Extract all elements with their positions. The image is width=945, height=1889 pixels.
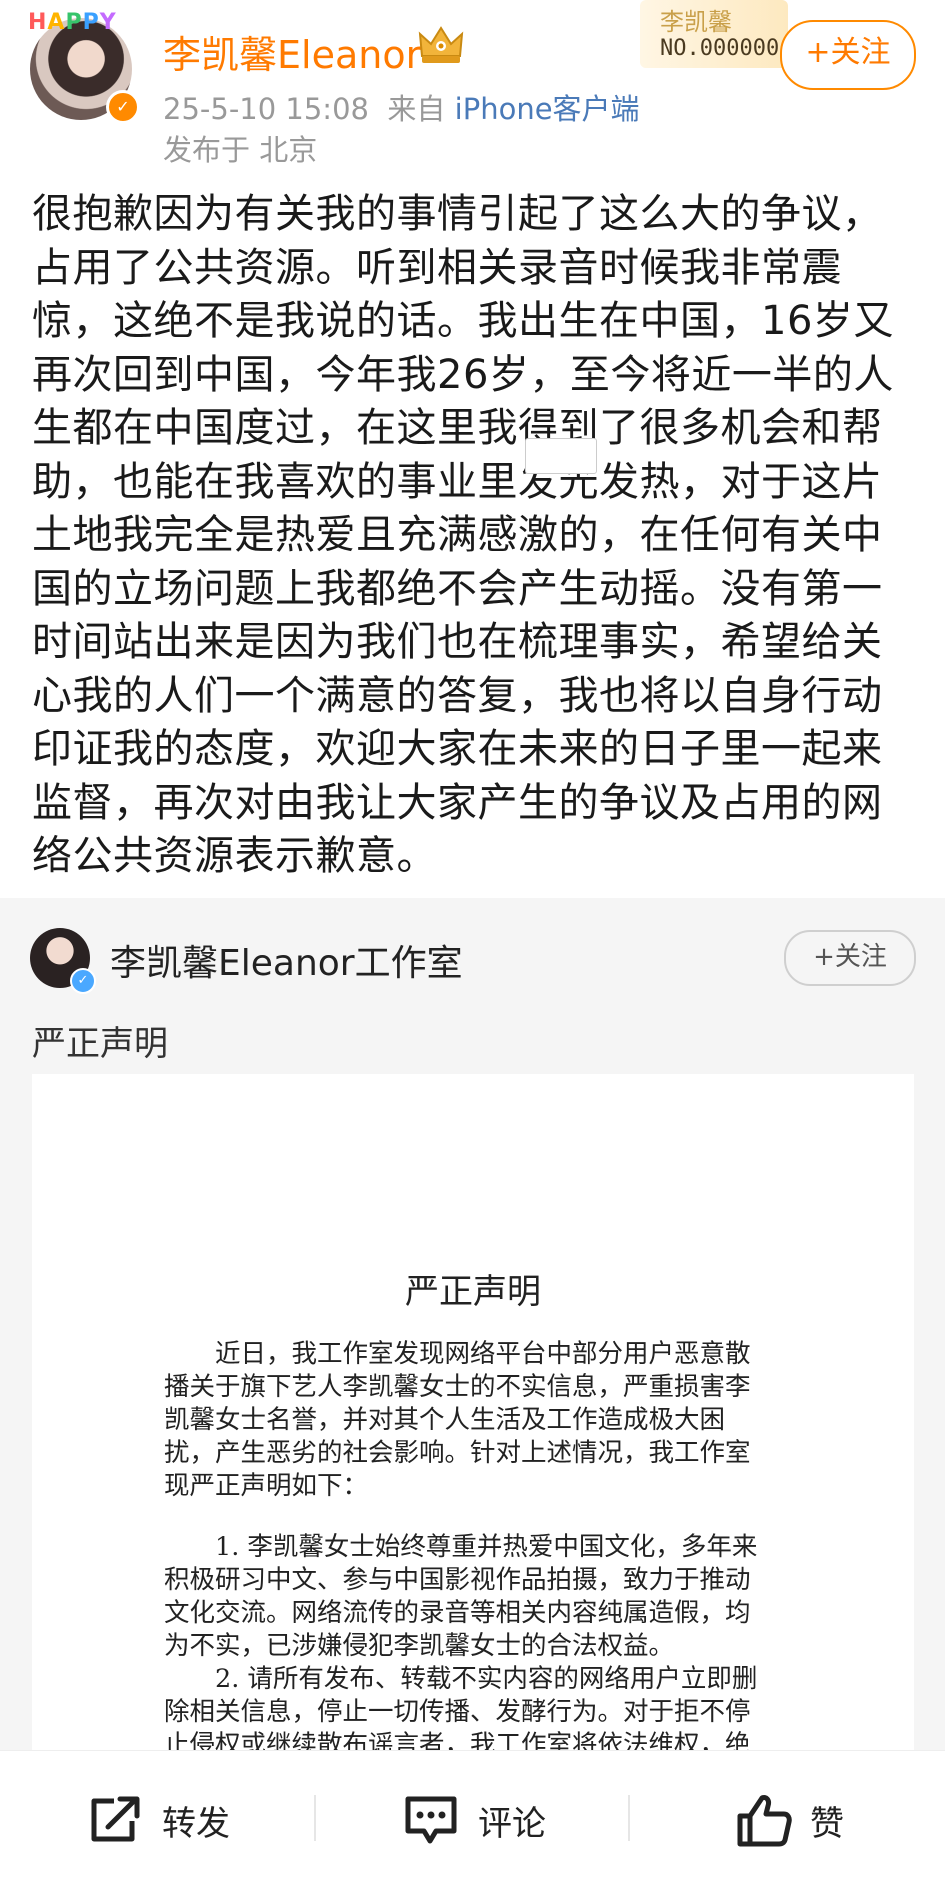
document-line: 为不实，已涉嫌侵犯李凯馨女士的合法权益。 — [164, 1631, 675, 1661]
post-line: 惊，这绝不是我说的话。我出生在中国，16岁又 — [32, 298, 894, 344]
post-line: 土地我完全是热爱且充满感激的，在任何有关中 — [32, 512, 883, 558]
comment-label: 评论 — [478, 1803, 546, 1844]
document-line: 扰，产生恶劣的社会影响。针对上述情况，我工作室 — [164, 1438, 751, 1468]
fan-badge: 李凯馨 NO.000000 — [640, 0, 788, 68]
post-line: 国的立场问题上我都绝不会产生动摇。没有第一 — [32, 565, 883, 612]
divider — [628, 1795, 630, 1841]
document-line: 近日，我工作室发现网络平台中部分用户恶意散 — [215, 1339, 751, 1369]
post-line: 络公共资源表示歉意。 — [32, 833, 437, 879]
action-bar: 转发 评论 赞 — [0, 1750, 945, 1889]
post-line: 再次回到中国，今年我26岁，至今将近一半的人 — [32, 351, 894, 398]
repost-title: 严正声明 — [32, 1024, 168, 1064]
repost-label: 转发 — [162, 1803, 230, 1844]
post-line: 助，也能在我喜欢的事业里发光发热，对于这片 — [32, 458, 883, 505]
document-line: 1. 李凯馨女士始终尊重并热爱中国文化，多年来 — [215, 1532, 758, 1562]
document-title: 严正声明 — [405, 1272, 541, 1312]
document-line: 积极研习中文、参与中国影视作品拍摄，致力于推动 — [164, 1565, 751, 1595]
repost-author[interactable]: 李凯馨Eleanor工作室 — [110, 934, 463, 986]
repost-follow-button[interactable]: +关注 — [784, 930, 916, 986]
document-line: 凯馨女士名誉，并对其个人生活及工作造成极大困 — [164, 1405, 726, 1435]
document-line: 除相关信息，停止一切传播、发酵行为。对于拒不停 — [164, 1697, 751, 1727]
post-line: 心我的人们一个满意的答复，我也将以自身行动 — [32, 672, 883, 719]
statement-document-image[interactable]: 严正声明 近日，我工作室发现网络平台中部分用户恶意散 播关于旗下艺人李凯馨女士的… — [32, 1074, 914, 1750]
post-body: 很抱歉因为有关我的事情引起了这么大的争议， 占用了公共资源。听到相关录音时候我非… — [32, 188, 902, 884]
post-line: 印证我的态度，欢迎大家在未来的日子里一起来 — [32, 726, 883, 772]
thumbs-up-icon — [737, 1795, 792, 1847]
post-line: 很抱歉因为有关我的事情引起了这么大的争议， — [32, 191, 883, 237]
verified-icon: ✓ — [70, 968, 96, 994]
document-line: 文化交流。网络流传的录音等相关内容纯属造假，均 — [164, 1598, 751, 1628]
comment-button[interactable]: 评论 — [402, 1751, 546, 1889]
source-client-link[interactable]: iPhone客户端 — [455, 92, 640, 126]
comment-icon — [405, 1796, 457, 1844]
username[interactable]: 李凯馨Eleanor — [163, 24, 421, 79]
fan-badge-number: NO.000000 — [660, 36, 780, 61]
crown-vip-icon — [418, 26, 464, 63]
follow-button[interactable]: +关注 — [780, 20, 916, 90]
like-label: 赞 — [810, 1803, 844, 1844]
document-line: 现严正声明如下： — [164, 1471, 369, 1501]
share-icon — [91, 1796, 140, 1842]
like-button[interactable]: 赞 — [736, 1751, 844, 1889]
post-header: HAPPY ✓ 李凯馨Eleanor 李凯馨 NO.000000 +关注 25-… — [0, 0, 945, 175]
document-line: 播关于旗下艺人李凯馨女士的不实信息，严重损害李 — [164, 1372, 751, 1402]
fan-badge-name: 李凯馨 — [660, 8, 732, 36]
post-location: 发布于 北京 — [163, 133, 318, 167]
happy-sticker: HAPPY — [28, 10, 117, 35]
post-line: 时间站出来是因为我们也在梳理事实，希望给关 — [32, 619, 883, 665]
post-line: 生都在中国度过，在这里我得到了很多机会和帮 — [32, 405, 883, 451]
user-avatar-container[interactable]: HAPPY ✓ — [28, 10, 140, 124]
document-line: 止侵权或继续散布谣言者，我工作室将依法维权，绝 — [164, 1730, 751, 1750]
post-line: 占用了公共资源。听到相关录音时候我非常震 — [32, 244, 842, 291]
verified-icon: ✓ — [106, 90, 140, 124]
post-meta: 25-5-10 15:08 来自 iPhone客户端 — [163, 86, 640, 128]
repost-card[interactable]: ✓ 李凯馨Eleanor工作室 +关注 严正声明 严正声明 近日，我工作室发现网… — [0, 898, 945, 1750]
document-body: 近日，我工作室发现网络平台中部分用户恶意散 播关于旗下艺人李凯馨女士的不实信息，… — [164, 1338, 824, 1750]
post-line: 监督，再次对由我让大家产生的争议及占用的网 — [32, 779, 883, 826]
document-line: 2. 请所有发布、转载不实内容的网络用户立即删 — [215, 1664, 758, 1694]
repost-button[interactable]: 转发 — [88, 1751, 230, 1889]
image-placeholder-icon — [525, 438, 597, 474]
source-prefix: 来自 — [387, 92, 446, 126]
divider — [314, 1795, 316, 1841]
post-timestamp: 25-5-10 15:08 — [163, 92, 369, 126]
